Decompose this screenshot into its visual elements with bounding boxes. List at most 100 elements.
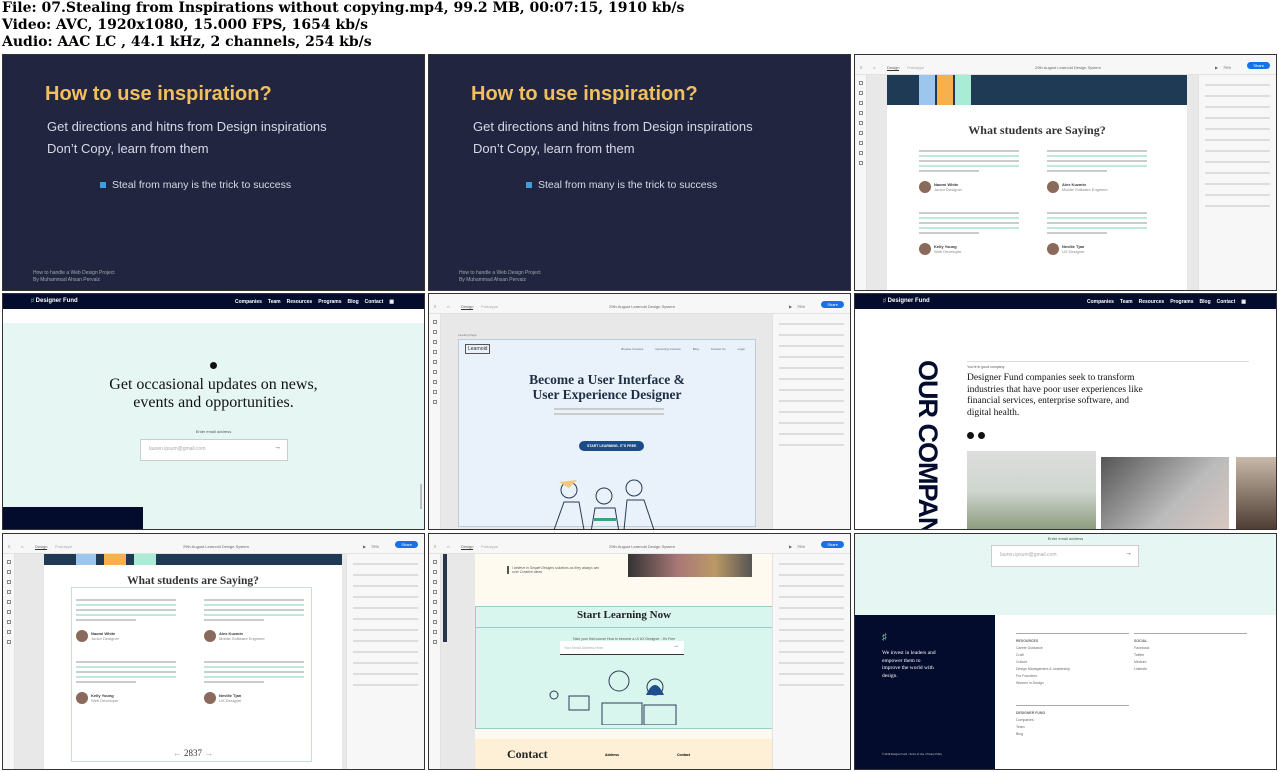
property-row[interactable] xyxy=(779,629,844,631)
property-row[interactable] xyxy=(779,334,844,336)
nav-link-contact[interactable]: Contact xyxy=(365,299,384,305)
footer-link[interactable]: Women in Design xyxy=(1016,680,1129,687)
nav-link-team[interactable]: Team xyxy=(268,299,281,305)
property-row[interactable] xyxy=(779,618,844,620)
property-row[interactable] xyxy=(1205,205,1270,207)
property-row[interactable] xyxy=(1205,172,1270,174)
property-row[interactable] xyxy=(779,607,844,609)
ellipse-tool-icon[interactable] xyxy=(6,580,11,584)
property-row[interactable] xyxy=(1205,128,1270,130)
pen-tool-icon[interactable] xyxy=(6,610,11,614)
polygon-tool-icon[interactable] xyxy=(432,350,437,354)
property-row[interactable] xyxy=(779,563,844,565)
property-row[interactable] xyxy=(779,585,844,587)
property-row[interactable] xyxy=(779,662,844,664)
zoom-tool-icon[interactable] xyxy=(432,400,437,404)
property-row[interactable] xyxy=(353,607,418,609)
artboard-tool-icon[interactable] xyxy=(432,630,437,634)
property-row[interactable] xyxy=(353,684,418,686)
property-row[interactable] xyxy=(1205,95,1270,97)
home-icon[interactable]: ⌂ xyxy=(21,544,23,549)
menu-icon[interactable]: ≡ xyxy=(434,544,436,549)
footer-link[interactable]: Team xyxy=(1016,724,1129,731)
email-input[interactable]: lauren.ipsum@gmail.com → xyxy=(140,439,288,461)
property-row[interactable] xyxy=(779,378,844,380)
artboard-tool-icon[interactable] xyxy=(432,390,437,394)
footer-link[interactable]: Craft xyxy=(1016,652,1129,659)
property-row[interactable] xyxy=(779,444,844,446)
select-tool-icon[interactable] xyxy=(432,560,437,564)
line-tool-icon[interactable] xyxy=(432,360,437,364)
menu-icon[interactable]: ≡ xyxy=(434,304,436,309)
property-row[interactable] xyxy=(779,596,844,598)
tab-design[interactable]: Design xyxy=(461,304,474,310)
home-icon[interactable]: ⌂ xyxy=(873,65,875,70)
zoom-level[interactable]: 75% xyxy=(371,544,379,549)
property-row[interactable] xyxy=(779,433,844,435)
nav-link-blog[interactable]: Blog xyxy=(1200,299,1211,305)
polygon-tool-icon[interactable] xyxy=(432,590,437,594)
nav-link-companies[interactable]: Companies xyxy=(235,299,262,305)
nav-link-programs[interactable]: Programs xyxy=(318,299,341,305)
document-title[interactable]: 29th August Learnoid Design System xyxy=(609,304,675,309)
property-row[interactable] xyxy=(779,345,844,347)
share-button[interactable]: Share xyxy=(1247,62,1270,69)
property-row[interactable] xyxy=(1205,150,1270,152)
scrollbar[interactable] xyxy=(420,484,422,509)
property-row[interactable] xyxy=(779,411,844,413)
nav-link-programs[interactable]: Programs xyxy=(1170,299,1193,305)
property-row[interactable] xyxy=(353,629,418,631)
grid-menu-icon[interactable]: ▦ xyxy=(1241,299,1246,305)
footer-link[interactable]: Facebook xyxy=(1134,645,1247,652)
tab-design[interactable]: Design xyxy=(887,65,900,71)
ellipse-tool-icon[interactable] xyxy=(858,101,863,105)
tab-prototype[interactable]: Prototype xyxy=(481,544,498,549)
property-row[interactable] xyxy=(353,618,418,620)
property-row[interactable] xyxy=(779,673,844,675)
menu-icon[interactable]: ≡ xyxy=(8,544,10,549)
property-row[interactable] xyxy=(779,389,844,391)
property-row[interactable] xyxy=(1205,139,1270,141)
tab-prototype[interactable]: Prototype xyxy=(55,544,72,549)
text-tool-icon[interactable] xyxy=(432,620,437,624)
property-row[interactable] xyxy=(779,323,844,325)
property-row[interactable] xyxy=(779,640,844,642)
select-tool-icon[interactable] xyxy=(6,560,11,564)
tab-prototype[interactable]: Prototype xyxy=(907,65,924,70)
landing-nav-link[interactable]: Login xyxy=(738,347,745,351)
text-tool-icon[interactable] xyxy=(432,380,437,384)
property-row[interactable] xyxy=(353,574,418,576)
play-icon[interactable]: ▶ xyxy=(363,544,366,549)
play-icon[interactable]: ▶ xyxy=(1215,65,1218,70)
next-icon[interactable] xyxy=(978,432,986,439)
footer-link[interactable]: For Founders xyxy=(1016,673,1129,680)
landing-nav-link[interactable]: Contact Us xyxy=(711,347,726,351)
nav-link-resources[interactable]: Resources xyxy=(287,299,313,305)
ellipse-tool-icon[interactable] xyxy=(432,340,437,344)
property-row[interactable] xyxy=(1205,183,1270,185)
rectangle-tool-icon[interactable] xyxy=(432,570,437,574)
property-row[interactable] xyxy=(779,422,844,424)
select-tool-icon[interactable] xyxy=(432,320,437,324)
share-button[interactable]: Share xyxy=(395,541,418,548)
polygon-tool-icon[interactable] xyxy=(6,590,11,594)
designer-fund-logo[interactable]: ♯ Designer Fund xyxy=(31,298,78,304)
ellipse-tool-icon[interactable] xyxy=(432,580,437,584)
property-row[interactable] xyxy=(779,651,844,653)
grid-menu-icon[interactable]: ▦ xyxy=(389,299,394,305)
arrow-right-icon[interactable]: → xyxy=(673,643,679,649)
footer-link[interactable]: Design Management & Leadership xyxy=(1016,666,1129,673)
footer-link[interactable]: Companies xyxy=(1016,717,1129,724)
line-tool-icon[interactable] xyxy=(858,121,863,125)
menu-icon[interactable]: ≡ xyxy=(860,65,862,70)
property-row[interactable] xyxy=(1205,194,1270,196)
designer-fund-logo[interactable]: ♯ Designer Fund xyxy=(883,298,930,304)
nav-link-team[interactable]: Team xyxy=(1120,299,1133,305)
property-row[interactable] xyxy=(353,640,418,642)
artboard-tool-icon[interactable] xyxy=(6,630,11,634)
property-row[interactable] xyxy=(353,563,418,565)
landing-nav-link[interactable]: Browse Courses xyxy=(621,347,643,351)
pen-tool-icon[interactable] xyxy=(432,610,437,614)
property-row[interactable] xyxy=(353,651,418,653)
tab-design[interactable]: Design xyxy=(35,544,48,550)
